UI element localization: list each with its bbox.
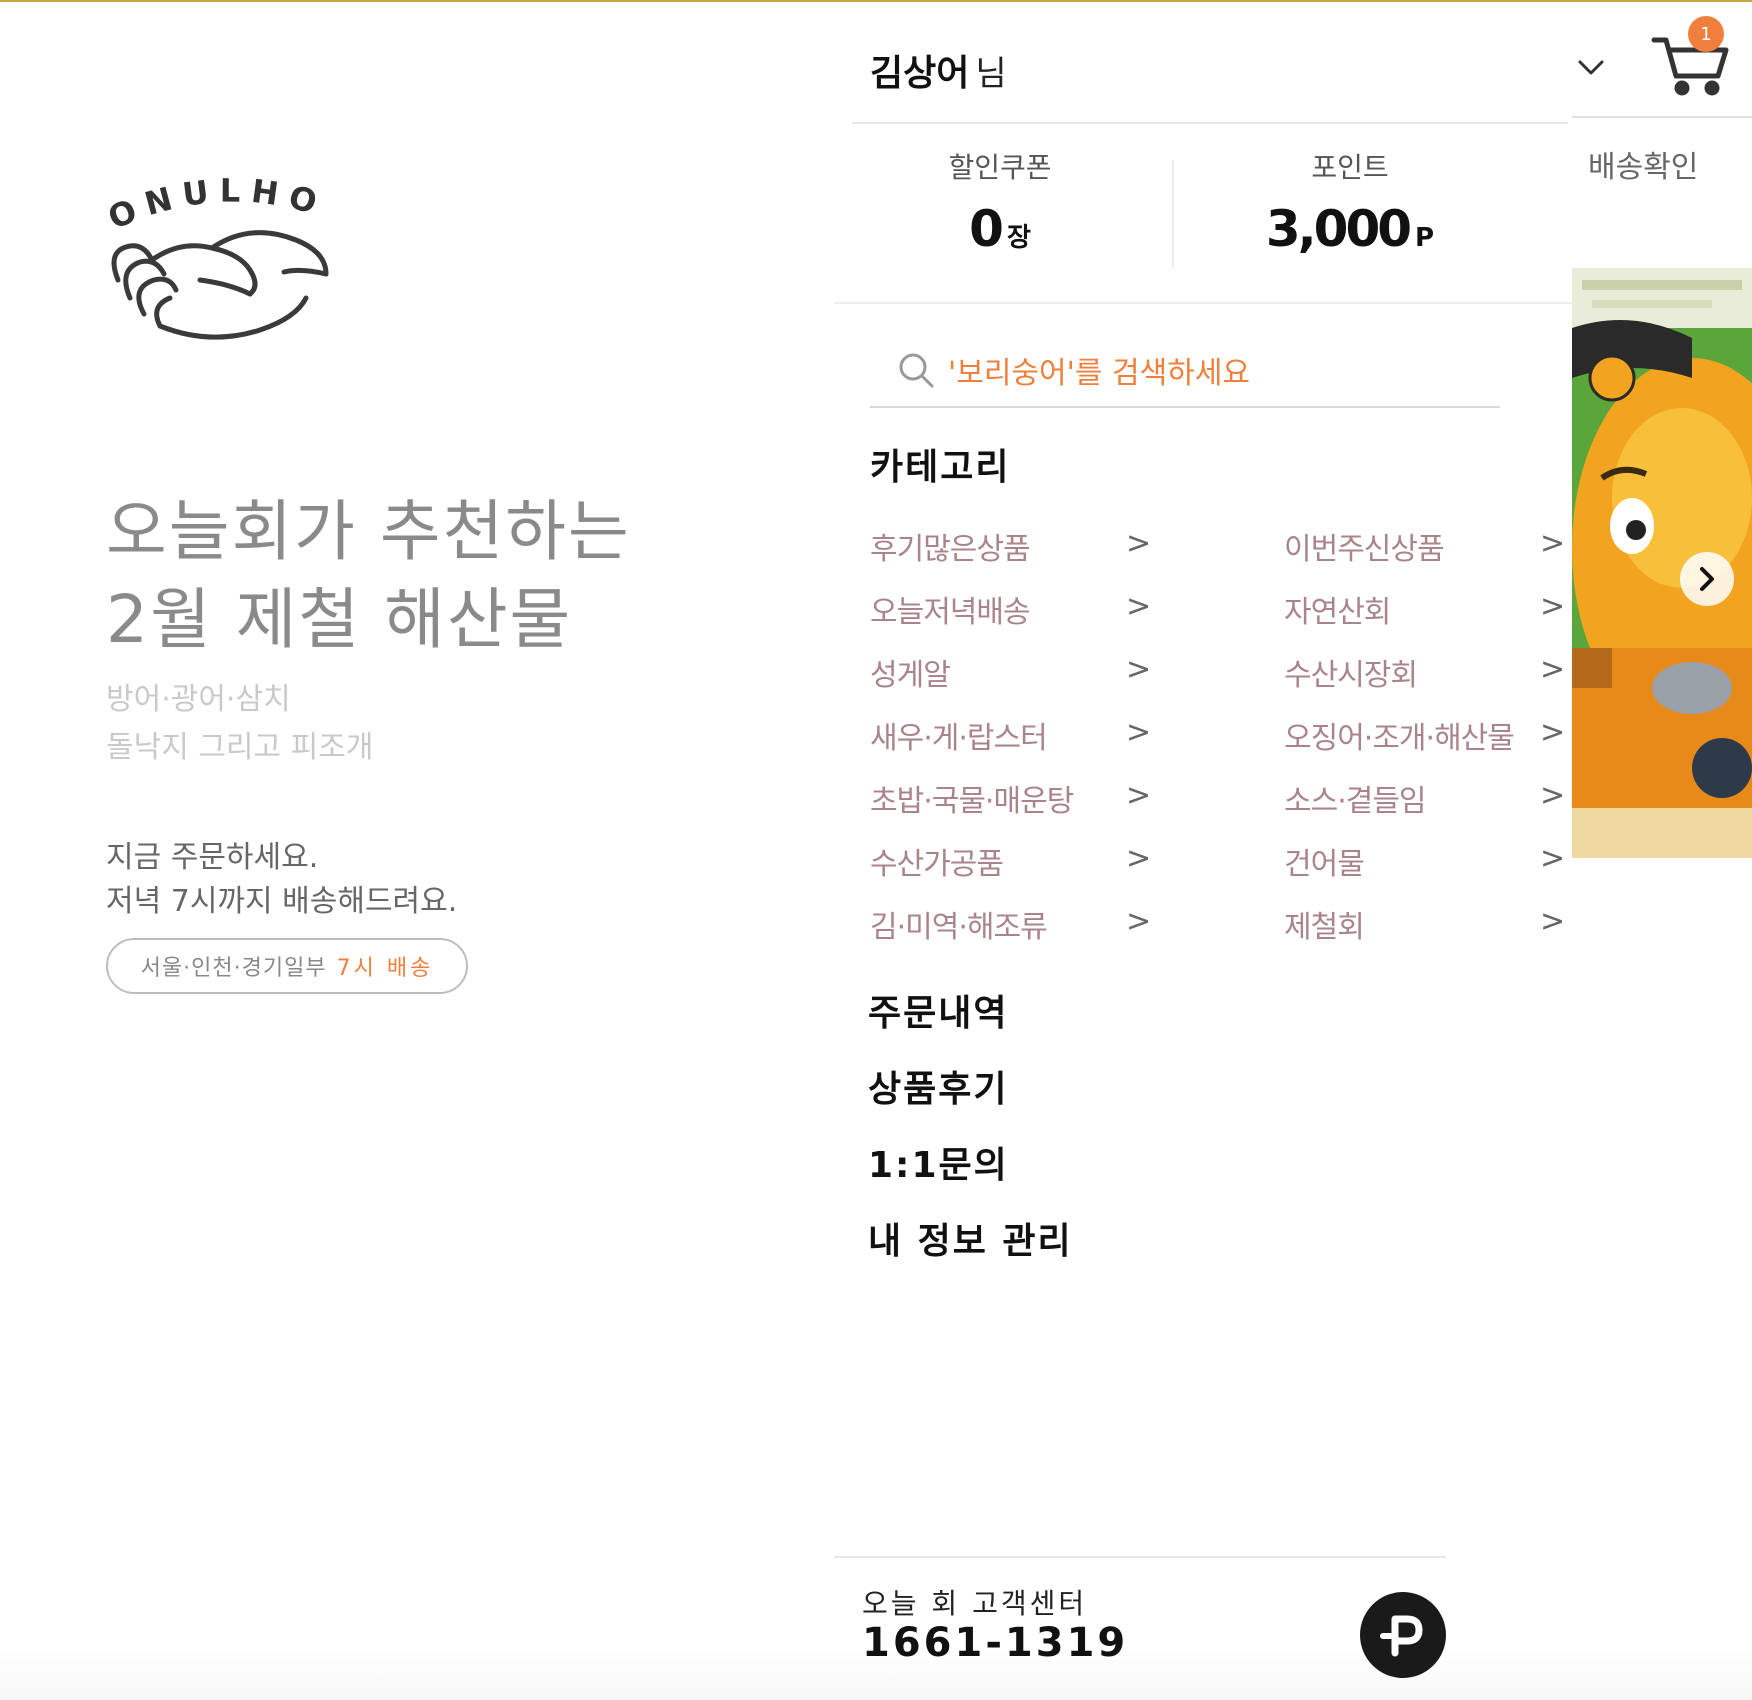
category-item[interactable]: 수산가공품 [870, 839, 1004, 883]
divider [834, 302, 1574, 304]
user-name: 김상어 [870, 53, 970, 94]
divider [834, 1556, 1446, 1558]
menu-reviews[interactable]: 상품후기 [868, 1060, 1008, 1112]
category-item[interactable]: 오늘저녁배송 [870, 587, 1031, 631]
shipping-check-link[interactable]: 배송확인 [1588, 142, 1698, 186]
top-accent-line [0, 0, 1752, 2]
delivery-badge: 서울·인천·경기일부 7시 배송 [106, 938, 468, 994]
user-suffix: 님 [975, 54, 1007, 94]
promo-subline: 방어·광어·삼치 돌낙지 그리고 피조개 [106, 682, 374, 765]
category-item[interactable]: 제철회 [1284, 902, 1365, 946]
hand-fish-icon [111, 230, 329, 340]
cart-count-badge: 1 [1688, 16, 1724, 52]
category-item[interactable]: 김·미역·해조류 [870, 902, 1048, 946]
divider [852, 122, 1568, 124]
search-input[interactable]: '보리숭어'를 검색하세요 [870, 340, 1500, 408]
search-placeholder: '보리숭어'를 검색하세요 [948, 356, 1251, 391]
delivery-time: 7시 배송 [336, 956, 434, 981]
chevron-right-icon: > [1540, 778, 1566, 813]
category-item[interactable]: 성게알 [870, 650, 951, 694]
chevron-right-icon: > [1540, 526, 1566, 561]
chevron-right-icon: > [1540, 589, 1566, 624]
banner-next-button[interactable] [1680, 552, 1734, 606]
chevron-right-icon [1700, 567, 1714, 591]
chevron-right-icon: > [1126, 715, 1152, 750]
chevron-right-icon: > [1126, 526, 1152, 561]
chevron-right-icon: > [1540, 904, 1566, 939]
category-item[interactable]: 오징어·조개·해산물 [1284, 713, 1515, 757]
p-icon [1380, 1615, 1423, 1657]
chevron-right-icon: > [1540, 715, 1566, 750]
chevron-right-icon: > [1540, 652, 1566, 687]
coupon-label: 할인쿠폰 [948, 151, 1052, 184]
chevron-right-icon: > [1126, 652, 1152, 687]
chevron-right-icon: > [1126, 841, 1152, 876]
stat-divider [1172, 160, 1174, 268]
category-item[interactable]: 자연산회 [1284, 587, 1391, 631]
delivery-area: 서울·인천·경기일부 [140, 956, 327, 981]
coupon-value: 0 [969, 200, 1004, 258]
promo-headline: 오늘회가 추천하는 2월 제철 해산물 [106, 493, 631, 658]
category-title: 카테고리 [870, 447, 1011, 488]
coupon-stat[interactable]: 할인쿠폰 0장 [900, 146, 1100, 258]
menu-inquiry[interactable]: 1:1문의 [868, 1136, 1009, 1188]
search-icon [899, 353, 934, 388]
menu-orders[interactable]: 주문내역 [868, 984, 1008, 1036]
category-item[interactable]: 소스·곁들임 [1284, 776, 1427, 820]
menu-my-info[interactable]: 내 정보 관리 [868, 1212, 1073, 1264]
point-unit: P [1415, 223, 1435, 253]
point-label: 포인트 [1311, 151, 1389, 184]
point-stat[interactable]: 포인트 3,000 P [1240, 146, 1460, 258]
onulhoi-logo: ONULHOI [100, 150, 360, 340]
category-item[interactable]: 건어물 [1284, 839, 1365, 883]
category-item[interactable]: 수산시장회 [1284, 650, 1418, 694]
chevron-down-icon[interactable] [1574, 50, 1608, 84]
chevron-right-icon: > [1126, 589, 1152, 624]
customer-center-label: 오늘 회 고객센터 [862, 1587, 1088, 1620]
user-greeting[interactable]: 김상어 님 [870, 44, 1007, 96]
category-item[interactable]: 이번주신상품 [1284, 524, 1445, 568]
coupon-unit: 장 [1006, 223, 1031, 253]
chevron-right-icon: > [1126, 778, 1152, 813]
customer-center-phone[interactable]: 1661-1319 [862, 1620, 1128, 1666]
chevron-right-icon: > [1540, 841, 1566, 876]
point-value: 3,000 [1265, 200, 1412, 258]
category-item[interactable]: 후기많은상품 [870, 524, 1031, 568]
divider [1572, 116, 1752, 118]
p-button[interactable] [1360, 1592, 1446, 1678]
category-item[interactable]: 새우·게·랍스터 [870, 713, 1048, 757]
category-item[interactable]: 초밥·국물·매운탕 [870, 776, 1074, 820]
order-now-text: 지금 주문하세요. 저녁 7시까지 배송해드려요. [106, 840, 458, 919]
chevron-right-icon: > [1126, 904, 1152, 939]
